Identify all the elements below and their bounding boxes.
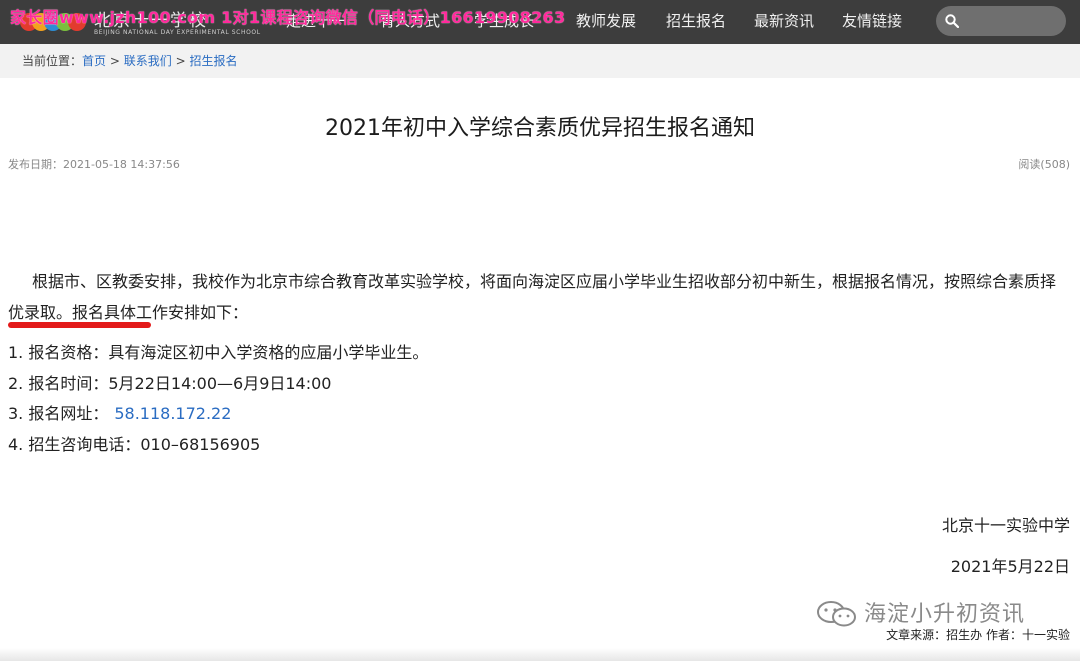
list-item: 1. 报名资格：具有海淀区初中入学资格的应届小学毕业生。 xyxy=(8,338,428,369)
list-item: 3. 报名网址： 58.118.172.22 xyxy=(8,399,428,430)
search-icon[interactable] xyxy=(945,14,959,28)
read-count: 阅读(508) xyxy=(1018,158,1070,171)
top-nav-bar: 北京十一学校 BEIJING NATIONAL DAY EXPERIMENTAL… xyxy=(0,0,1080,44)
list-item: 4. 招生咨询电话：010–68156905 xyxy=(8,430,428,461)
article-source: 文章来源：招生办 作者：十一实验 xyxy=(886,628,1070,642)
signature-school: 北京十一实验中学 xyxy=(941,516,1070,535)
article-intro-paragraph: 根据市、区教委安排，我校作为北京市综合教育改革实验学校，将面向海淀区应届小学毕业… xyxy=(8,266,1072,328)
breadcrumb-prefix: 当前位置： xyxy=(22,54,83,68)
list-item-label: 1. 报名资格： xyxy=(8,343,109,362)
nav-item-teachers[interactable]: 教师发展 xyxy=(576,0,636,44)
highlight-underline xyxy=(8,322,151,328)
list-item-label: 4. 招生咨询电话： xyxy=(8,434,141,454)
search-input[interactable] xyxy=(964,10,1060,32)
breadcrumb: 当前位置：首页 > 联系我们 > 招生报名 xyxy=(22,52,238,69)
wechat-icon xyxy=(817,601,856,627)
wechat-account-name: 海淀小升初资讯 xyxy=(864,602,1026,627)
breadcrumb-contact-link[interactable]: 联系我们 xyxy=(124,54,172,68)
breadcrumb-home-link[interactable]: 首页 xyxy=(82,54,106,68)
nav-item-links[interactable]: 友情链接 xyxy=(842,0,902,44)
breadcrumb-admission-link[interactable]: 招生报名 xyxy=(189,54,237,68)
registration-url-link[interactable]: 58.118.172.22 xyxy=(114,404,231,423)
nav-item-admission[interactable]: 招生报名 xyxy=(666,0,726,44)
list-item-label: 2. 报名时间： xyxy=(8,373,109,393)
list-item-value: 5月22日14:00—6月9日14:00 xyxy=(108,373,332,393)
list-item-value: 具有海淀区初中入学资格的应届小学毕业生。 xyxy=(108,343,429,362)
list-item-value: 010–68156905 xyxy=(140,434,261,454)
breadcrumb-bar: 当前位置：首页 > 联系我们 > 招生报名 xyxy=(0,44,1080,78)
search-box[interactable] xyxy=(936,6,1066,36)
intro-text-a: 根据市、区教委安排，我校作为北京市综合教育改革实验学校，将面向海淀区应届小学毕业… xyxy=(32,272,977,291)
intro-text-b: 。报名具体工作安排如下： xyxy=(56,303,249,322)
registration-info-list: 1. 报名资格：具有海淀区初中入学资格的应届小学毕业生。 2. 报名时间：5月2… xyxy=(8,338,428,460)
breadcrumb-separator: > xyxy=(175,54,186,68)
nav-item-news[interactable]: 最新资讯 xyxy=(754,0,814,44)
article-title: 2021年初中入学综合素质优异招生报名通知 xyxy=(325,116,755,141)
breadcrumb-separator: > xyxy=(109,54,120,68)
list-item-label: 3. 报名网址： xyxy=(8,404,109,423)
signature-date: 2021年5月22日 xyxy=(950,557,1070,576)
page-bottom-edge xyxy=(0,648,1080,661)
watermark-ad-text: 家长圈www.jzh100.com 1对1课程咨询微信（同电话）16619908… xyxy=(10,8,566,27)
publish-date: 发布日期：2021-05-18 14:37:56 xyxy=(8,158,180,171)
list-item: 2. 报名时间：5月22日14:00—6月9日14:00 xyxy=(8,369,428,400)
logo-english-name: BEIJING NATIONAL DAY EXPERIMENTAL SCHOOL xyxy=(94,29,261,36)
